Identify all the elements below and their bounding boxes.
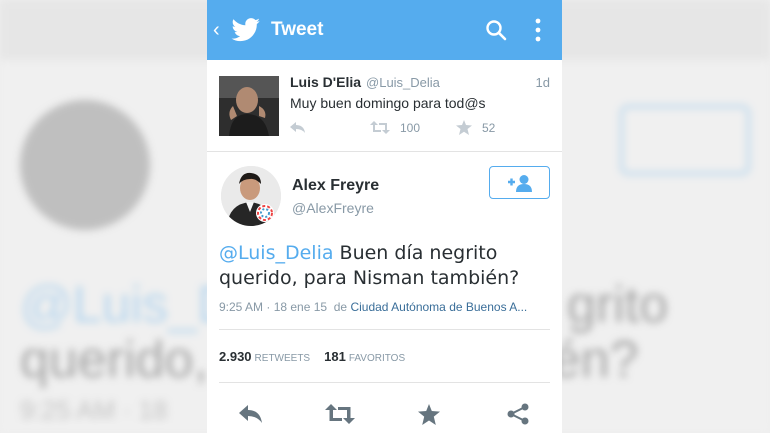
add-user-icon bbox=[507, 174, 532, 192]
retweet-button[interactable] bbox=[296, 395, 385, 433]
retweet-count: 100 bbox=[400, 120, 421, 135]
page-title: Tweet bbox=[271, 19, 324, 40]
tweet-time: 1d bbox=[535, 75, 550, 90]
parent-tweet-header: Luis D'Elia @Luis_Delia 1d bbox=[290, 74, 550, 90]
retweet-icon bbox=[370, 121, 390, 134]
reply-button[interactable] bbox=[290, 121, 370, 134]
tweet-actions bbox=[207, 395, 562, 433]
tweet-meta: 9:25 AM · 18 ene 15 de Ciudad Autónoma d… bbox=[219, 300, 527, 314]
chevron-left-icon[interactable]: ‹ bbox=[213, 19, 225, 42]
tweet-timestamp: 9:25 AM · 18 ene 15 bbox=[219, 300, 328, 314]
avatar[interactable] bbox=[221, 166, 281, 226]
bg-text-line3: 9:25 AM · 18 bbox=[20, 395, 168, 425]
star-icon bbox=[417, 403, 440, 425]
favorites-count[interactable]: 181 bbox=[324, 349, 346, 364]
author-name[interactable]: Alex Freyre bbox=[292, 177, 379, 195]
author-handle[interactable]: @Luis_Delia bbox=[366, 75, 440, 90]
from-label: de bbox=[333, 300, 348, 314]
search-icon[interactable] bbox=[482, 16, 510, 44]
parent-tweet-actions: 100 52 bbox=[290, 120, 550, 135]
parent-tweet-body: Luis D'Elia @Luis_Delia 1d Muy buen domi… bbox=[290, 74, 550, 135]
divider bbox=[219, 329, 550, 330]
reply-button[interactable] bbox=[207, 395, 296, 433]
retweet-button[interactable]: 100 bbox=[370, 121, 456, 135]
retweet-icon bbox=[325, 404, 356, 424]
favorite-button[interactable]: 52 bbox=[456, 120, 495, 135]
tweet-text: Muy buen domingo para tod@s bbox=[290, 95, 486, 111]
twitter-bird-icon[interactable] bbox=[231, 18, 261, 42]
share-button[interactable] bbox=[473, 395, 562, 433]
app-bar: ‹ Tweet bbox=[207, 0, 562, 60]
tweet-stats: 2.930 RETWEETS 181 FAVORITOS bbox=[219, 349, 419, 364]
location-link[interactable]: Ciudad Autónoma de Buenos A... bbox=[350, 300, 527, 314]
author-handle[interactable]: @AlexFreyre bbox=[292, 200, 374, 216]
main-tweet: Alex Freyre @AlexFreyre @Luis_Delia Buen… bbox=[207, 152, 562, 433]
reply-icon bbox=[239, 405, 263, 423]
avatar[interactable] bbox=[219, 76, 279, 136]
star-icon bbox=[456, 120, 472, 135]
mention-link[interactable]: @Luis_Delia bbox=[219, 242, 334, 264]
bg-follow-button bbox=[620, 105, 750, 175]
share-icon bbox=[507, 403, 529, 425]
author-name[interactable]: Luis D'Elia bbox=[290, 74, 361, 90]
retweets-label[interactable]: RETWEETS bbox=[255, 353, 311, 364]
tweet-text: @Luis_Delia Buen día negrito querido, pa… bbox=[219, 241, 554, 291]
phone-screen: ‹ Tweet Luis D'Elia @Luis_Delia 1d Muy b… bbox=[207, 0, 562, 433]
more-vertical-icon[interactable] bbox=[524, 16, 552, 44]
bg-avatar bbox=[20, 100, 150, 230]
retweets-count[interactable]: 2.930 bbox=[219, 349, 252, 364]
favorite-button[interactable] bbox=[385, 395, 474, 433]
divider bbox=[219, 382, 550, 383]
favorite-count: 52 bbox=[482, 120, 496, 135]
follow-button[interactable] bbox=[489, 166, 550, 199]
parent-tweet[interactable]: Luis D'Elia @Luis_Delia 1d Muy buen domi… bbox=[207, 60, 562, 152]
favorites-label[interactable]: FAVORITOS bbox=[349, 353, 405, 364]
reply-icon bbox=[290, 121, 305, 133]
